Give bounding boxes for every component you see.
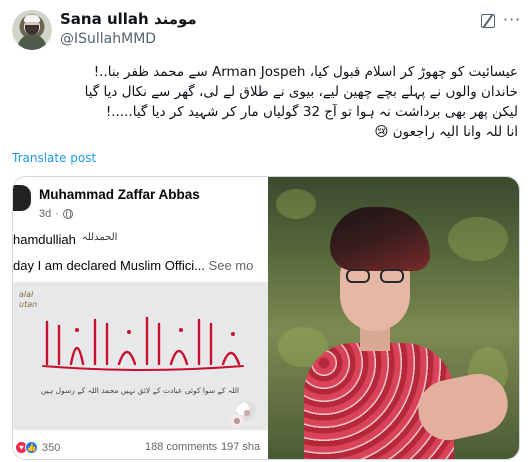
tweet-line: خاندان والوں نے پہلے بچے چھین لیے، بیوی … bbox=[84, 84, 518, 100]
portrait-hair bbox=[330, 207, 430, 271]
kalima-banner: alal utan اللہ کے سوا کوئی عبادت کے لائق… bbox=[13, 282, 268, 430]
flower-decoration bbox=[230, 414, 244, 428]
fb-text-line-2: day I am declared Muslim Offici... See m… bbox=[13, 258, 253, 273]
fb-line1-arabic: الحمدللہ bbox=[81, 232, 118, 243]
fb-reactions: ♥ 👍 350 bbox=[15, 441, 60, 454]
fb-text-line-1: hamdulliah الحمدللہ bbox=[13, 232, 117, 247]
fb-shares-count: 197 sha bbox=[221, 441, 261, 453]
fb-reaction-count: 350 bbox=[42, 441, 61, 454]
tweet-line: انا للہ وانا الیہ راجعون 😢 bbox=[374, 124, 518, 140]
fb-author-name: Muhammad Zaffar Abbas bbox=[39, 187, 200, 202]
banner-watermark-line: alal bbox=[19, 290, 34, 299]
author-handle[interactable]: @ISullahMMD bbox=[60, 31, 156, 47]
fb-see-more: See mo bbox=[208, 258, 254, 273]
fb-line2-text: day I am declared Muslim Offici... bbox=[13, 258, 205, 273]
globe-icon bbox=[62, 209, 73, 219]
fb-line1-prefix: hamdulliah bbox=[13, 232, 76, 247]
portrait-glasses bbox=[346, 269, 408, 285]
like-reaction-icon: 👍 bbox=[25, 441, 38, 454]
media-grid: Muhammad Zaffar Abbas 3d · hamdulliah ال… bbox=[12, 176, 520, 460]
banner-caption: اللہ کے سوا کوئی عبادت کے لائق نہیں محمد… bbox=[40, 386, 240, 395]
fb-post-meta: 3d · bbox=[39, 208, 73, 220]
tweet-text: عیسائیت کو چھوڑ کر اسلام قبول کیا، Arman… bbox=[12, 62, 518, 142]
grok-icon[interactable] bbox=[481, 14, 495, 28]
author-display-name[interactable]: Sana ullah مومند bbox=[60, 10, 197, 28]
fb-footer: ♥ 👍 350 188 comments 197 sha bbox=[13, 437, 268, 459]
translate-post-link[interactable]: Translate post bbox=[12, 151, 96, 165]
media-screenshot-facebook[interactable]: Muhammad Zaffar Abbas 3d · hamdulliah ال… bbox=[13, 177, 268, 459]
kalima-calligraphy bbox=[42, 316, 244, 371]
tweet-line: عیسائیت کو چھوڑ کر اسلام قبول کیا، Arman… bbox=[93, 64, 518, 80]
fb-comments-count: 188 comments bbox=[145, 441, 218, 453]
tweet-line: لیکن پھر بھی برداشت نہ ہوا تو آج 32 گولی… bbox=[105, 104, 518, 120]
fb-meta-dot: · bbox=[55, 208, 59, 220]
more-icon[interactable]: ··· bbox=[503, 10, 521, 29]
banner-watermark: alal utan bbox=[19, 290, 37, 310]
banner-watermark-line: utan bbox=[19, 300, 38, 309]
media-photo-portrait[interactable] bbox=[268, 177, 519, 459]
fb-post-age: 3d bbox=[39, 208, 52, 220]
avatar[interactable] bbox=[12, 10, 52, 50]
author-name-row[interactable]: Sana ullah مومند bbox=[60, 10, 197, 28]
fb-avatar bbox=[13, 185, 31, 211]
